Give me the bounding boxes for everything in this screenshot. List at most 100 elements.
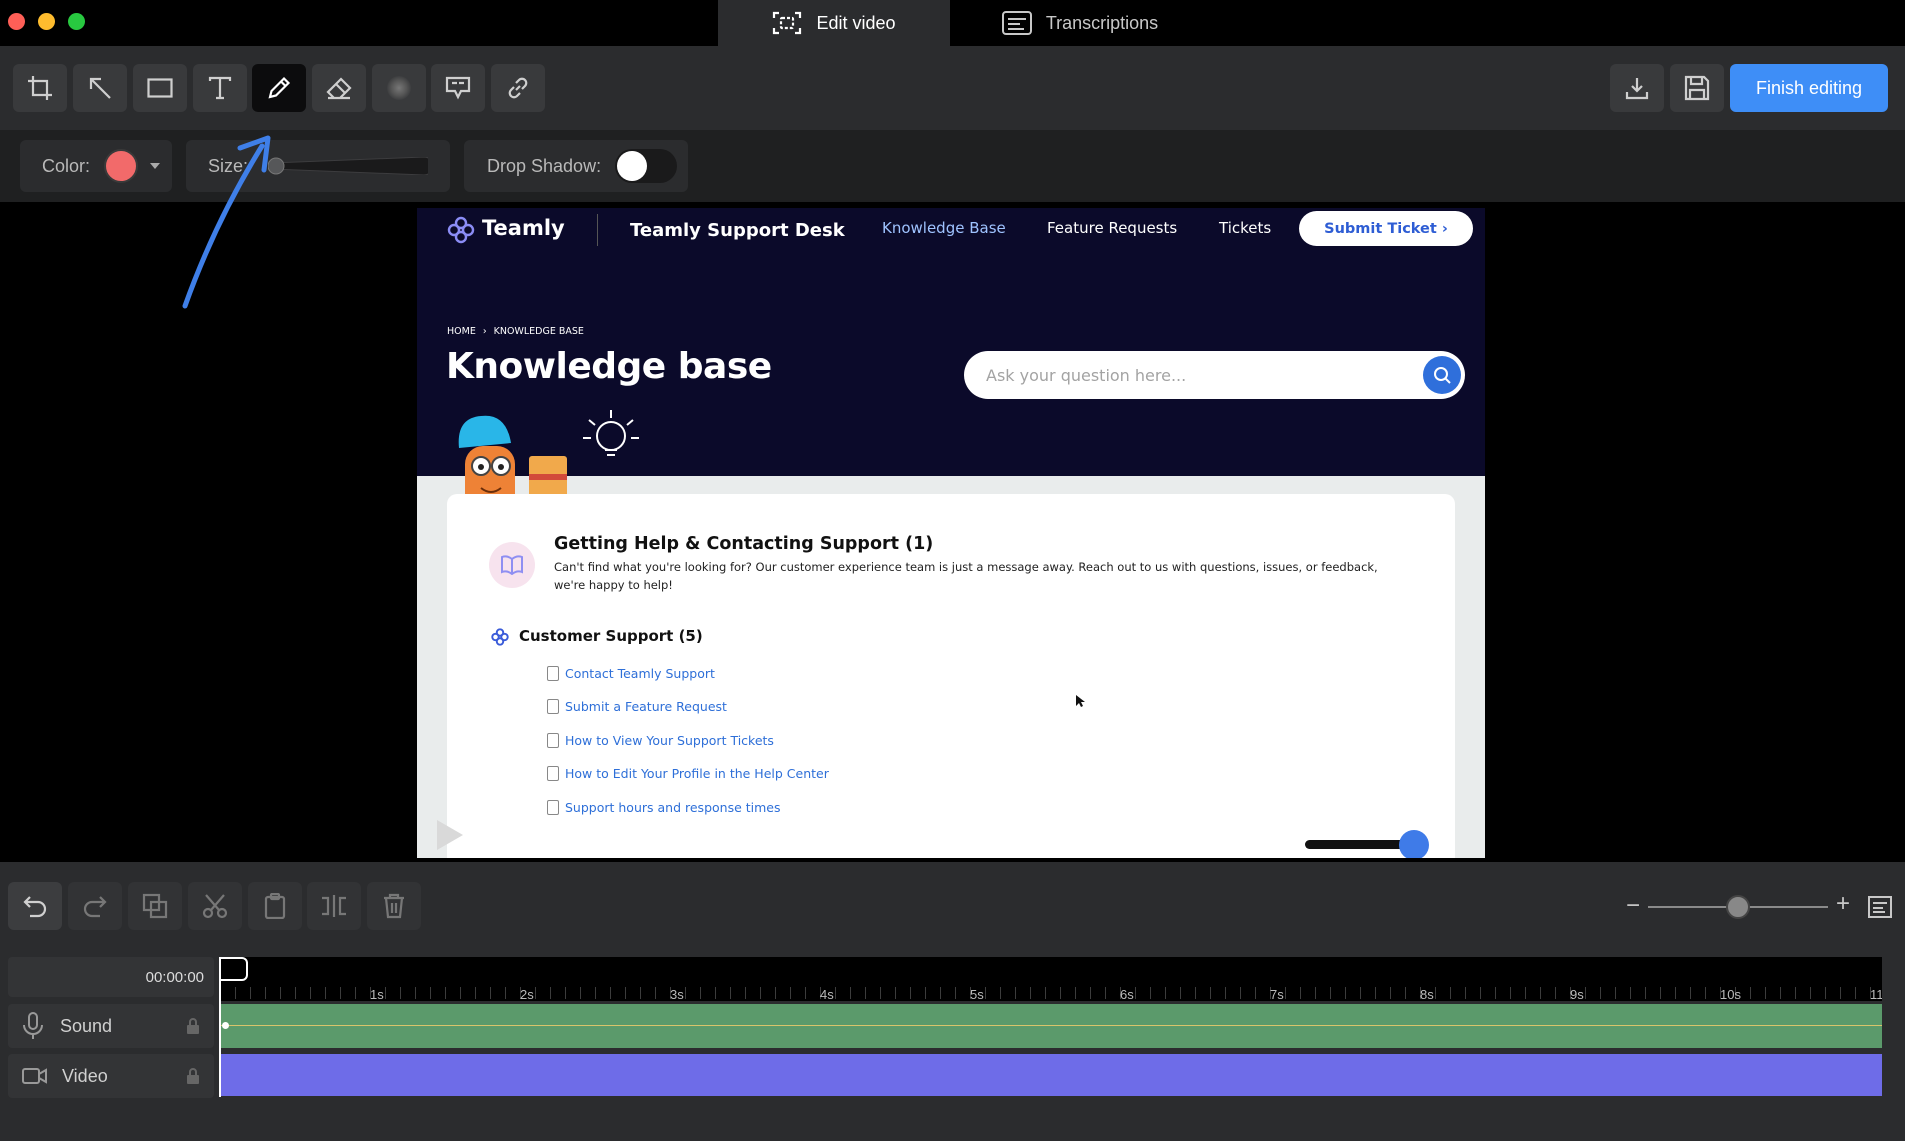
- document-icon: [547, 733, 559, 748]
- pen-annotation-arrow: [182, 135, 271, 309]
- tick-label: 4s: [820, 987, 834, 1001]
- paste-button[interactable]: [248, 882, 302, 930]
- video-canvas[interactable]: Teamly Teamly Support Desk Knowledge Bas…: [0, 135, 1905, 862]
- timeline-zoom-slider[interactable]: [1648, 895, 1828, 919]
- color-picker[interactable]: Color:: [20, 140, 172, 192]
- breadcrumb-knowledge-base: KNOWLEDGE BASE: [493, 326, 584, 337]
- tab-transcriptions[interactable]: Transcriptions: [960, 0, 1200, 46]
- delete-button[interactable]: [367, 882, 421, 930]
- submit-ticket-button: Submit Ticket ›: [1299, 211, 1473, 246]
- split-button[interactable]: [307, 882, 361, 930]
- duplicate-icon: [142, 893, 168, 919]
- subsection-title: Customer Support (5): [519, 627, 703, 645]
- rectangle-icon: [147, 78, 173, 98]
- redo-button[interactable]: [68, 882, 122, 930]
- zoom-out-button[interactable]: −: [1626, 892, 1640, 920]
- section-description-cont: we're happy to help!: [554, 578, 673, 592]
- tick-label: 1s: [370, 987, 384, 1001]
- time-display: 00:00:00: [8, 957, 214, 997]
- tick-label: 9s: [1570, 987, 1584, 1001]
- page-heading: Knowledge base: [446, 346, 772, 387]
- brand-name: Teamly: [482, 216, 565, 240]
- lock-icon[interactable]: [186, 1018, 200, 1034]
- crop-icon: [27, 75, 53, 101]
- current-time: 00:00:00: [145, 968, 204, 986]
- camera-icon: [22, 1067, 48, 1085]
- search-icon: [1423, 356, 1461, 394]
- document-icon: [547, 766, 559, 781]
- section-description: Can't find what you're looking for? Our …: [554, 560, 1378, 574]
- chevron-down-icon[interactable]: [150, 163, 161, 169]
- microphone-icon: [22, 1012, 44, 1040]
- article-link: How to Edit Your Profile in the Help Cen…: [565, 766, 829, 781]
- undo-icon: [22, 894, 48, 918]
- breadcrumb-separator: ›: [482, 326, 487, 337]
- tick-label: 6s: [1120, 987, 1134, 1001]
- callout-tool-button[interactable]: [431, 64, 485, 112]
- zoom-in-button[interactable]: +: [1836, 890, 1850, 918]
- rectangle-tool-button[interactable]: [133, 64, 187, 112]
- save-button[interactable]: [1670, 64, 1724, 112]
- tick-label: 11: [1870, 987, 1882, 1001]
- time-ruler[interactable]: 1s 2s 3s 4s 5s 6s 7s 8s 9s 10s 11: [220, 957, 1882, 1001]
- undo-button[interactable]: [8, 882, 62, 930]
- video-volume-slider[interactable]: [1305, 830, 1429, 858]
- close-window-button[interactable]: [8, 13, 25, 30]
- track-label: Video: [62, 1065, 108, 1086]
- pen-icon: [266, 75, 292, 101]
- cut-button[interactable]: [188, 882, 242, 930]
- tab-edit-video[interactable]: Edit video: [718, 0, 950, 46]
- callout-icon: [445, 75, 471, 101]
- arrow-tool-button[interactable]: [73, 64, 127, 112]
- download-button[interactable]: [1610, 64, 1664, 112]
- duplicate-button[interactable]: [128, 882, 182, 930]
- crop-tool-button[interactable]: [13, 64, 67, 112]
- pen-tool-button[interactable]: [252, 64, 306, 112]
- site-title: Teamly Support Desk: [630, 220, 845, 241]
- tick-label: 2s: [520, 987, 534, 1001]
- video-track-clip[interactable]: [220, 1054, 1882, 1096]
- blur-tool-button[interactable]: [372, 64, 426, 112]
- tick-label: 3s: [670, 987, 684, 1001]
- play-icon[interactable]: [435, 818, 465, 852]
- breadcrumb-home: HOME: [447, 326, 476, 337]
- drop-shadow-toggle[interactable]: [615, 149, 678, 183]
- eraser-icon: [326, 76, 352, 100]
- clipboard-icon: [263, 893, 287, 919]
- color-swatch[interactable]: [104, 149, 139, 183]
- tick-label: 5s: [970, 987, 984, 1001]
- edit-toolbar: − +: [0, 862, 1905, 952]
- drop-shadow-label: Drop Shadow:: [487, 155, 602, 176]
- finish-editing-button[interactable]: Finish editing: [1730, 64, 1888, 112]
- tick-label: 7s: [1270, 987, 1284, 1001]
- teamly-logo-icon: [447, 216, 475, 244]
- link-icon: [505, 75, 531, 101]
- size-slider[interactable]: [267, 156, 434, 176]
- lock-icon[interactable]: [186, 1068, 200, 1084]
- drop-shadow-control: Drop Shadow:: [464, 140, 688, 192]
- tick-label: 10s: [1720, 987, 1741, 1001]
- minimize-window-button[interactable]: [38, 13, 55, 30]
- link-tool-button[interactable]: [491, 64, 545, 112]
- video-frame: Teamly Teamly Support Desk Knowledge Bas…: [417, 208, 1485, 858]
- zoom-window-button[interactable]: [68, 13, 85, 30]
- kb-search-box: Ask your question here...: [964, 351, 1465, 399]
- transcript-icon: [1001, 11, 1032, 35]
- playhead-handle[interactable]: [220, 957, 248, 981]
- tool-options-bar: Color: Size: Drop Shadow:: [0, 130, 1905, 202]
- text-tool-button[interactable]: [193, 64, 247, 112]
- download-icon: [1625, 76, 1649, 100]
- sound-track-clip[interactable]: [220, 1004, 1882, 1048]
- kb-search-placeholder: Ask your question here...: [986, 365, 1187, 385]
- nav-feature-requests: Feature Requests: [1047, 219, 1178, 237]
- fit-timeline-icon[interactable]: [1868, 896, 1892, 918]
- screen-capture-icon: [772, 10, 802, 36]
- text-icon: [208, 76, 232, 100]
- title-bar: Edit video Transcriptions: [0, 0, 1905, 46]
- playhead-line: [219, 957, 221, 1097]
- article-link: Submit a Feature Request: [565, 699, 727, 714]
- cursor-icon: [1075, 694, 1085, 708]
- eraser-tool-button[interactable]: [312, 64, 366, 112]
- redo-icon: [82, 894, 108, 918]
- teamly-logo-icon: [491, 628, 509, 646]
